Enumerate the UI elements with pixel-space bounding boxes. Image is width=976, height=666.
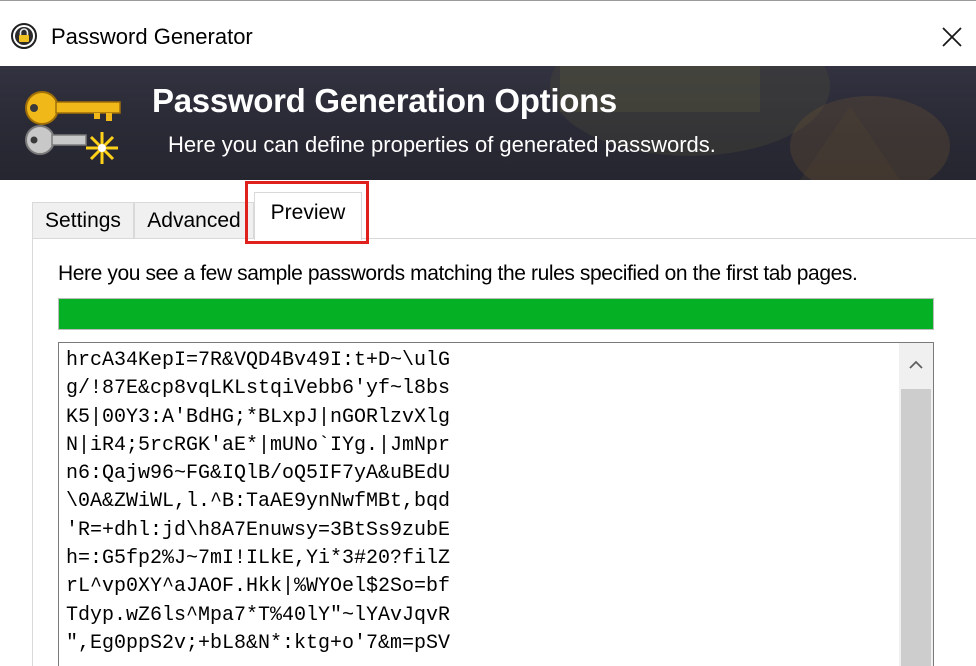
password-line: Tdyp.wZ6ls^Mpa7*T%40lY"~lYAvJqvR bbox=[66, 603, 451, 627]
password-line: 'R=+dhl:jd\h8A7Enuwsy=3BtSs9zubE bbox=[66, 518, 451, 542]
password-line: \0A&ZWiWL,l.^B:TaAE9ynNwfMBt,bqd bbox=[66, 490, 451, 514]
quality-progress-bar bbox=[58, 298, 934, 330]
password-line: K5|00Y3:A'BdHG;*BLxpJ|nGORlzvXlg bbox=[66, 405, 451, 429]
banner-title: Password Generation Options bbox=[152, 82, 617, 119]
window-title: Password Generator bbox=[51, 24, 253, 49]
progress-fill bbox=[59, 299, 933, 329]
keys-icon bbox=[25, 91, 121, 164]
banner-subtitle: Here you can define properties of genera… bbox=[168, 132, 716, 157]
chevron-up-icon bbox=[909, 360, 923, 369]
password-list[interactable]: hrcA34KepI=7R&VQD4Bv49I:t+D~\ulG g/!87E&c… bbox=[58, 342, 934, 666]
close-button[interactable] bbox=[928, 13, 976, 61]
title-bar: Password Generator bbox=[0, 0, 976, 66]
password-line: n6:Qajw96~FG&IQlB/oQ5IF7yA&uBEdU bbox=[66, 462, 451, 486]
lock-icon bbox=[11, 23, 37, 49]
preview-description: Here you see a few sample passwords matc… bbox=[58, 262, 858, 285]
password-line: h=:G5fp2%J~7mI!ILkE,Yi*3#20?filZ bbox=[66, 547, 451, 571]
password-line: hrcA34KepI=7R&VQD4Bv49I:t+D~\ulG bbox=[66, 349, 451, 372]
close-icon bbox=[942, 27, 962, 47]
tab-strip: Settings Advanced Preview bbox=[32, 180, 976, 240]
vertical-scrollbar[interactable] bbox=[899, 343, 933, 666]
password-line: g/!87E&cp8vqLKLstqiVebb6'yf~l8bs bbox=[66, 377, 451, 401]
scroll-thumb[interactable] bbox=[901, 389, 931, 666]
scroll-up-button[interactable] bbox=[899, 343, 933, 387]
password-lines: hrcA34KepI=7R&VQD4Bv49I:t+D~\ulG g/!87E&c… bbox=[66, 347, 450, 658]
tab-preview[interactable]: Preview bbox=[254, 192, 362, 240]
tab-advanced[interactable]: Advanced bbox=[134, 202, 254, 238]
tab-settings[interactable]: Settings bbox=[32, 202, 134, 238]
header-banner: Password Generation Options Here you can… bbox=[0, 66, 976, 180]
password-line: N|iR4;5rcRGK'aE*|mUNo`IYg.|JmNpr bbox=[66, 433, 451, 457]
password-line: rL^vp0XY^aJAOF.Hkk|%WYOel$2So=bf bbox=[66, 575, 451, 599]
password-line: ",Eg0ppS2v;+bL8&N*:ktg+o'7&m=pSV bbox=[66, 631, 451, 655]
